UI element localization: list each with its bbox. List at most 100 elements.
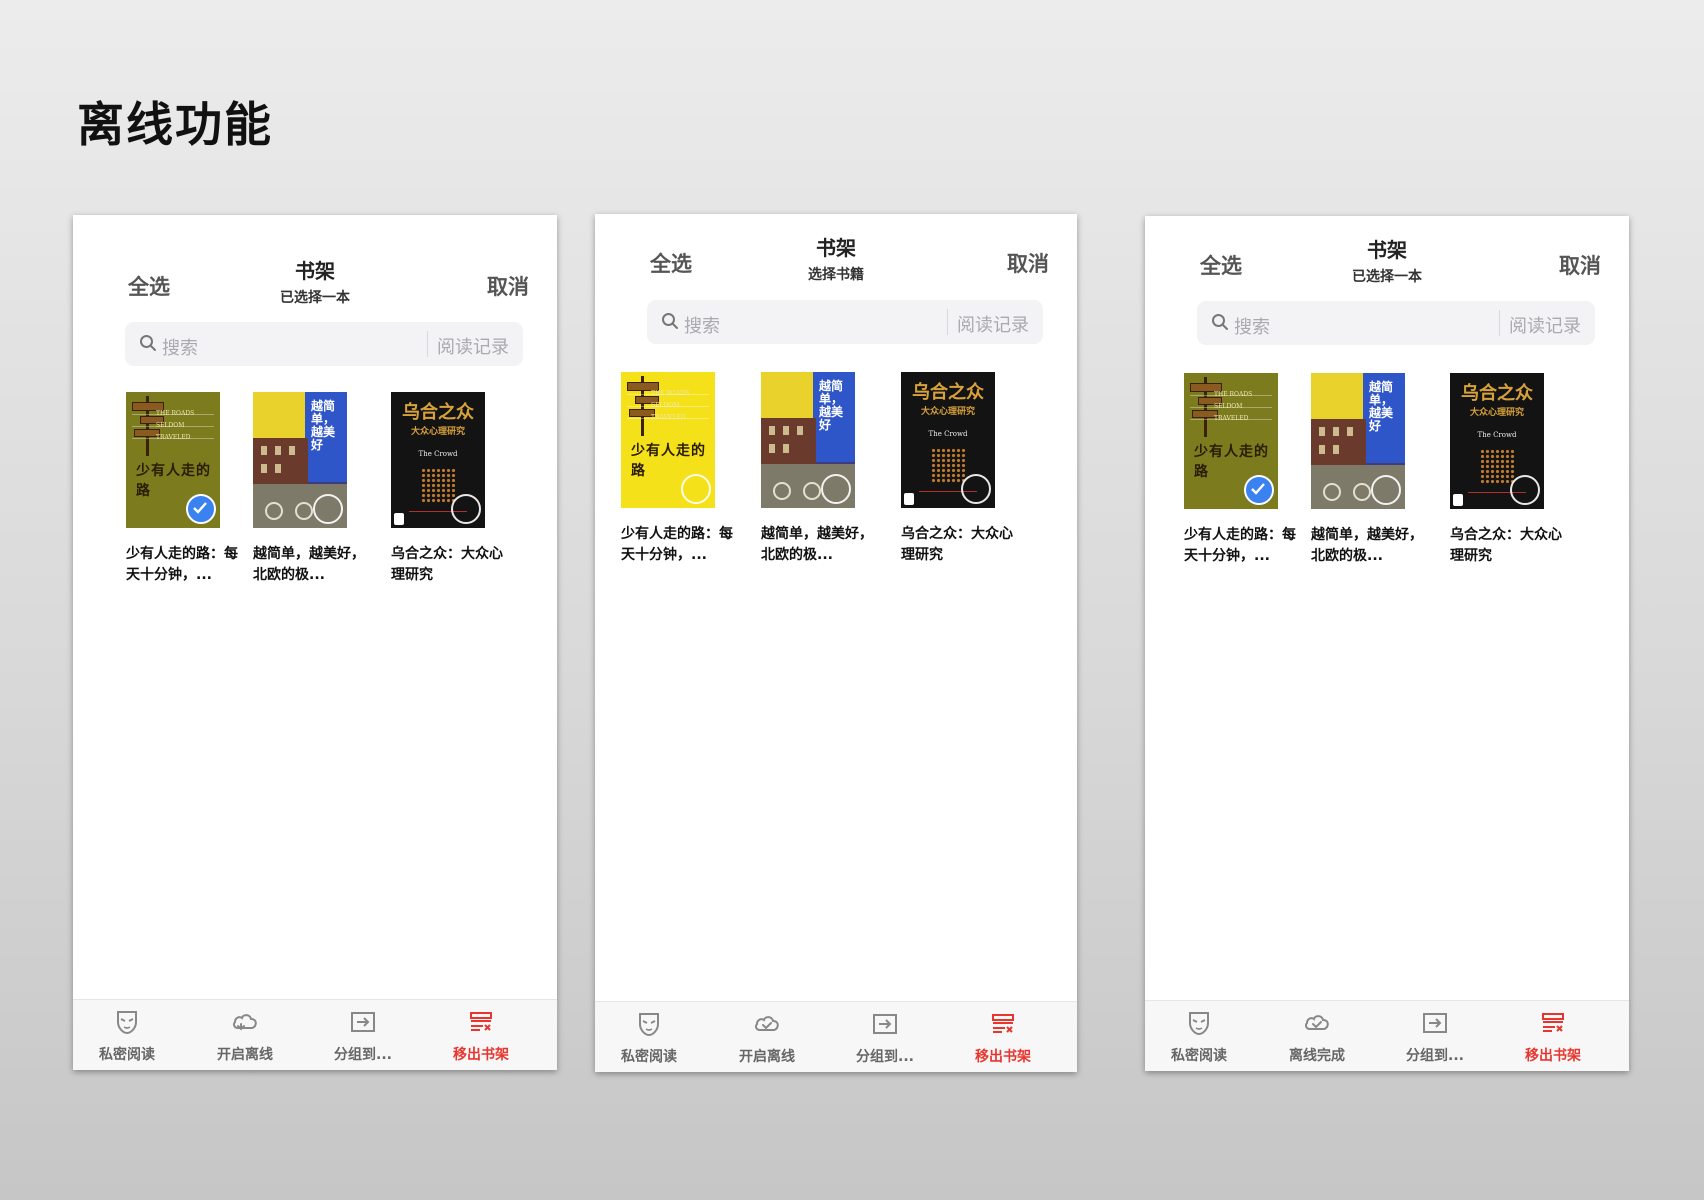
tab-remove-from-shelf[interactable]: 移出书架 (953, 1002, 1053, 1072)
book-title: 少有人走的路：每天十分钟，... (1184, 527, 1296, 564)
folder-move-icon (351, 1012, 375, 1032)
tab-remove-from-shelf[interactable]: 移出书架 (431, 1000, 531, 1070)
cancel-button[interactable]: 取消 (487, 271, 529, 301)
tab-remove-from-shelf[interactable]: 移出书架 (1503, 1001, 1603, 1071)
book-title: 乌合之众：大众心理研究 (391, 546, 503, 583)
book-title: 少有人走的路：每天十分钟，... (126, 546, 238, 583)
tab-label: 离线完成 (1289, 1048, 1345, 1064)
tab-group-to[interactable]: 分组到... (835, 1002, 935, 1072)
mask-icon (1189, 1012, 1209, 1036)
reading-history-link[interactable]: 阅读记录 (957, 311, 1029, 337)
cover-text: 越简单，越美好 (1369, 380, 1394, 433)
selection-status: 选择书籍 (808, 267, 864, 283)
header-center: 书架 选择书籍 (595, 232, 1077, 284)
publisher-logo-icon (1453, 494, 1463, 506)
tab-private-reading[interactable]: 私密阅读 (1149, 1001, 1249, 1071)
cover-text: 越简单，越美好 (311, 399, 336, 452)
book-cover: THE ROADS SELDOM TRAVELED 少有人走的路 (126, 392, 220, 528)
book-cover: 乌合之众 大众心理研究 The Crowd (901, 372, 995, 508)
search-input[interactable]: 搜索 (684, 312, 720, 338)
selection-check-icon[interactable] (961, 474, 991, 504)
book-title: 乌合之众：大众心理研究 (901, 526, 1013, 563)
cover-text: 大众心理研究 (1469, 408, 1524, 418)
cover-text: The Crowd (418, 450, 458, 458)
phone-screen-2: 全选 书架 选择书籍 取消 搜索 阅读记录 THE ROADS SELDOM T… (595, 214, 1077, 1072)
book-cover: 乌合之众 大众心理研究 The Crowd (1450, 373, 1544, 509)
tab-label: 开启离线 (217, 1047, 273, 1063)
cover-text: 大众心理研究 (920, 407, 975, 417)
phone-screen-1: 全选 书架 已选择一本 取消 搜索 阅读记录 THE ROADS SELDOM … (73, 215, 557, 1070)
tab-offline[interactable]: 离线完成 (1267, 1001, 1367, 1071)
tab-group-to[interactable]: 分组到... (313, 1000, 413, 1070)
cancel-button[interactable]: 取消 (1559, 250, 1601, 280)
folder-move-icon (1423, 1013, 1447, 1033)
cover-text: 乌合之众 (1461, 383, 1533, 404)
selection-check-icon[interactable] (821, 474, 851, 504)
search-input[interactable]: 搜索 (1234, 313, 1270, 339)
selection-status: 已选择一本 (1352, 269, 1422, 285)
search-bar[interactable]: 搜索 阅读记录 (1197, 301, 1595, 345)
selection-status: 已选择一本 (280, 290, 350, 306)
selection-check-icon[interactable] (1510, 475, 1540, 505)
cloud-icon (1305, 1015, 1329, 1030)
book-title: 越简单，越美好，北欧的极... (253, 546, 365, 583)
tab-label: 开启离线 (739, 1049, 795, 1065)
selection-check-icon[interactable] (1244, 475, 1274, 505)
cover-text: The Crowd (1477, 431, 1517, 439)
tab-group-to[interactable]: 分组到... (1385, 1001, 1485, 1071)
search-divider (1499, 310, 1500, 336)
bottom-toolbar: 私密阅读 离线完成 分组到... 移出书架 (1145, 1000, 1629, 1071)
folder-move-icon (873, 1014, 897, 1034)
book-title: 越简单，越美好，北欧的极... (761, 526, 873, 563)
search-bar[interactable]: 搜索 阅读记录 (647, 300, 1043, 344)
search-bar[interactable]: 搜索 阅读记录 (125, 322, 523, 366)
selection-check-icon[interactable] (186, 494, 216, 524)
selection-check-icon[interactable] (313, 494, 343, 524)
search-divider (947, 309, 948, 335)
phone-screen-3: 全选 书架 已选择一本 取消 搜索 阅读记录 THE ROADS SELDOM … (1145, 216, 1629, 1071)
publisher-logo-icon (904, 493, 914, 505)
book-cover: 越简单，越美好 (253, 392, 347, 528)
tab-label: 移出书架 (975, 1049, 1031, 1065)
shelf-title: 书架 (1367, 238, 1407, 262)
tab-private-reading[interactable]: 私密阅读 (599, 1002, 699, 1072)
header-center: 书架 已选择一本 (73, 255, 557, 307)
shelf-title: 书架 (816, 236, 856, 260)
cover-text: 乌合之众 (912, 382, 984, 403)
book-cover: THE ROADS SELDOM TRAVELED 少有人走的路 (1184, 373, 1278, 509)
reading-history-link[interactable]: 阅读记录 (437, 333, 509, 359)
search-input[interactable]: 搜索 (162, 334, 198, 360)
tab-label: 分组到... (856, 1049, 914, 1065)
nav-header: 全选 书架 选择书籍 取消 (595, 232, 1077, 292)
book-cover: 越简单，越美好 (1311, 373, 1405, 509)
cloud-icon (233, 1014, 257, 1031)
book-cover: 越简单，越美好 (761, 372, 855, 508)
remove-shelf-icon (1542, 1013, 1564, 1032)
cover-text: 越简单，越美好 (819, 379, 844, 432)
search-icon (140, 335, 156, 351)
cancel-button[interactable]: 取消 (1007, 248, 1049, 278)
tab-label: 私密阅读 (99, 1047, 155, 1063)
tab-offline[interactable]: 开启离线 (195, 1000, 295, 1070)
selection-check-icon[interactable] (1371, 475, 1401, 505)
mask-icon (117, 1011, 137, 1035)
remove-shelf-icon (470, 1012, 492, 1031)
cover-text: 少有人走的路 (1194, 444, 1269, 480)
book-title: 越简单，越美好，北欧的极... (1311, 527, 1423, 564)
tab-private-reading[interactable]: 私密阅读 (77, 1000, 177, 1070)
tab-label: 私密阅读 (1171, 1048, 1227, 1064)
tab-label: 私密阅读 (621, 1049, 677, 1065)
header-center: 书架 已选择一本 (1145, 234, 1629, 286)
reading-history-link[interactable]: 阅读记录 (1509, 312, 1581, 338)
book-cover: THE ROADS SELDOM TRAVELED 少有人走的路 (621, 372, 715, 508)
cover-text: 大众心理研究 (410, 427, 465, 437)
cover-text: 少有人走的路 (631, 443, 706, 479)
tab-label: 分组到... (1406, 1048, 1464, 1064)
selection-check-icon[interactable] (681, 474, 711, 504)
selection-check-icon[interactable] (451, 494, 481, 524)
tab-offline[interactable]: 开启离线 (717, 1002, 817, 1072)
book-cover: 乌合之众 大众心理研究 The Crowd (391, 392, 485, 528)
search-icon (1212, 314, 1228, 330)
tab-label: 分组到... (334, 1047, 392, 1063)
tab-label: 移出书架 (1525, 1048, 1581, 1064)
